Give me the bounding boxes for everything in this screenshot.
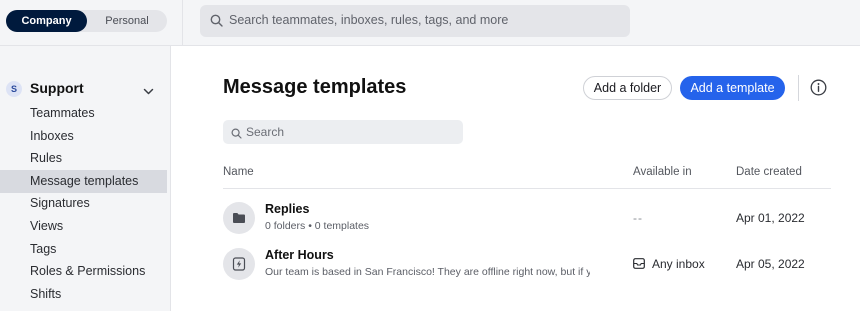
available-in-label: Any inbox <box>652 257 705 271</box>
table-row[interactable]: Replies 0 folders • 0 templates -- Apr 0… <box>223 198 833 238</box>
sidebar-item-views[interactable]: Views <box>0 215 167 238</box>
add-template-button[interactable]: Add a template <box>680 76 785 100</box>
global-search-placeholder: Search teammates, inboxes, rules, tags, … <box>229 13 509 27</box>
chevron-down-icon[interactable] <box>143 83 154 101</box>
sidebar-item-inboxes[interactable]: Inboxes <box>0 125 167 148</box>
add-folder-button[interactable]: Add a folder <box>583 76 672 100</box>
sidebar-item-teammates[interactable]: Teammates <box>0 102 167 125</box>
date-created: Apr 05, 2022 <box>736 257 805 271</box>
table-header-divider <box>223 188 831 189</box>
search-icon <box>231 126 242 144</box>
page-title: Message templates <box>223 76 407 98</box>
main-content: Message templates Add a folder Add a tem… <box>183 46 860 311</box>
sidebar-header: Company Personal <box>0 0 183 46</box>
folder-icon <box>223 202 255 234</box>
global-search-input[interactable]: Search teammates, inboxes, rules, tags, … <box>200 5 630 37</box>
sidebar-item-message-templates[interactable]: Message templates <box>0 170 167 193</box>
date-created: Apr 01, 2022 <box>736 211 805 225</box>
sidebar-item-tags[interactable]: Tags <box>0 238 167 261</box>
template-search-input[interactable]: Search <box>223 120 463 144</box>
team-badge: S <box>6 81 22 97</box>
template-name: After Hours <box>265 248 334 262</box>
sidebar-item-signatures[interactable]: Signatures <box>0 192 167 215</box>
table-row[interactable]: After Hours Our team is based in San Fra… <box>223 244 833 284</box>
team-section-header[interactable]: S Support <box>0 79 171 99</box>
available-in: -- <box>633 211 643 225</box>
column-header-available-in[interactable]: Available in <box>633 166 692 178</box>
lightning-template-icon <box>223 248 255 280</box>
sidebar: S Support Teammates Inboxes Rules Messag… <box>0 46 171 311</box>
sidebar-item-shifts[interactable]: Shifts <box>0 283 167 306</box>
search-icon <box>210 14 223 32</box>
workspace-toggle: Company Personal <box>6 10 167 32</box>
toggle-personal[interactable]: Personal <box>87 10 167 32</box>
sidebar-gap <box>171 46 183 311</box>
sidebar-item-roles-permissions[interactable]: Roles & Permissions <box>0 260 167 283</box>
inbox-icon <box>633 258 645 272</box>
template-subtitle: 0 folders • 0 templates <box>265 220 370 232</box>
sidebar-item-rules[interactable]: Rules <box>0 147 167 170</box>
toolbar-divider <box>798 75 799 101</box>
template-preview: Our team is based in San Francisco! They… <box>265 266 590 278</box>
template-search-placeholder: Search <box>246 125 285 139</box>
team-name: Support <box>30 80 84 96</box>
info-icon[interactable] <box>810 79 827 101</box>
template-name: Replies <box>265 202 310 216</box>
column-header-date-created[interactable]: Date created <box>736 166 802 178</box>
toggle-company[interactable]: Company <box>6 10 87 32</box>
column-header-name[interactable]: Name <box>223 166 254 178</box>
